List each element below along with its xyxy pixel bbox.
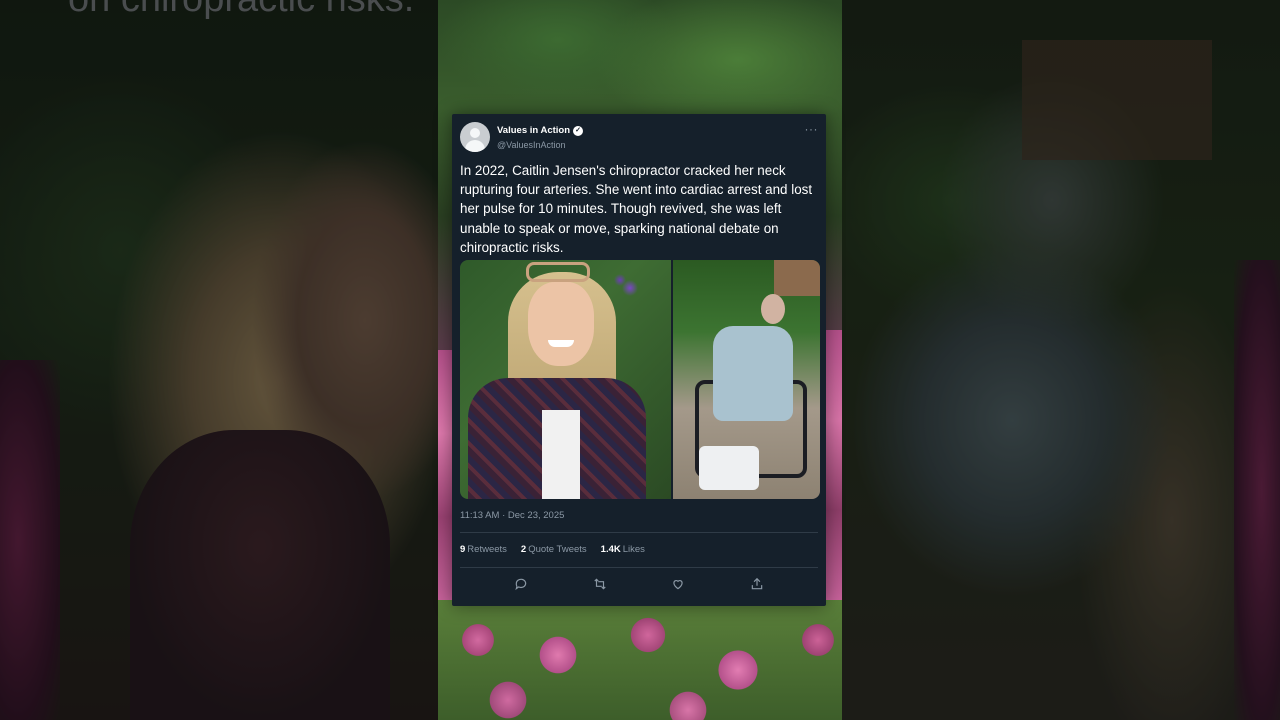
quote-tweets-stat[interactable]: 2 Quote Tweets: [521, 544, 587, 555]
avatar[interactable]: [460, 122, 490, 152]
photo-before[interactable]: [460, 260, 671, 499]
tweet-media[interactable]: [460, 260, 820, 499]
divider: [460, 532, 818, 533]
user-handle[interactable]: @ValuesInAction: [497, 140, 566, 150]
retweet-icon: [594, 578, 606, 590]
like-button[interactable]: [668, 574, 688, 594]
tweet-text: In 2022, Caitlin Jensen's chiropractor c…: [460, 163, 813, 255]
more-options-icon[interactable]: ···: [805, 122, 819, 136]
retweet-button[interactable]: [590, 574, 610, 594]
reply-icon: [515, 578, 527, 591]
like-icon: [673, 580, 683, 590]
display-name-text: Values in Action: [497, 125, 571, 136]
tweet-header: Values in Action ✓ @ValuesInAction ···: [460, 122, 818, 154]
divider: [460, 567, 818, 568]
share-button[interactable]: [747, 574, 767, 594]
share-icon: [751, 577, 762, 590]
flower-field: [438, 600, 842, 720]
background-caption: on chiropractic risks.: [68, 0, 414, 21]
blurred-photo-right: [842, 0, 1280, 720]
retweets-stat[interactable]: 9 Retweets: [460, 544, 507, 555]
engagement-stats: 9 Retweets 2 Quote Tweets 1.4K Likes: [460, 544, 645, 555]
display-name[interactable]: Values in Action ✓: [497, 125, 584, 136]
tweet-actions: [452, 574, 826, 594]
tweet-timestamp[interactable]: 11:13 AM · Dec 23, 2025: [460, 510, 564, 521]
reply-button[interactable]: [511, 574, 531, 594]
verified-badge-icon: ✓: [573, 125, 584, 136]
photo-after[interactable]: [673, 260, 820, 499]
blurred-photo-left: [0, 0, 440, 720]
tweet-card[interactable]: Values in Action ✓ @ValuesInAction ··· I…: [452, 114, 826, 606]
likes-stat[interactable]: 1.4K Likes: [601, 544, 645, 555]
